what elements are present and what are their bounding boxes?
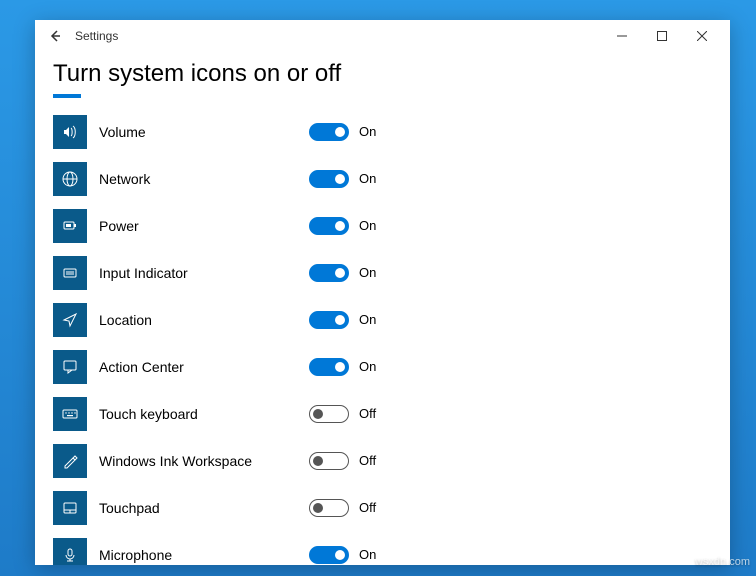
- toggle-row-power: Power On: [53, 202, 712, 249]
- toggle-wrap: On: [309, 170, 376, 188]
- row-label: Touch keyboard: [99, 406, 309, 422]
- toggle-row-touch-keyboard: Touch keyboard Off: [53, 390, 712, 437]
- toggle-state-label: Off: [359, 406, 376, 421]
- watermark: wsxdn.com: [695, 556, 750, 568]
- ink-icon: [53, 444, 87, 478]
- toggle-row-action-center: Action Center On: [53, 343, 712, 390]
- row-label: Location: [99, 312, 309, 328]
- row-label: Network: [99, 171, 309, 187]
- toggle-wrap: On: [309, 546, 376, 564]
- toggle-state-label: On: [359, 171, 376, 186]
- window-controls: [602, 22, 722, 50]
- maximize-button[interactable]: [642, 22, 682, 50]
- touchpad-icon: [53, 491, 87, 525]
- page-heading: Turn system icons on or off: [53, 60, 712, 88]
- toggle-switch[interactable]: [309, 452, 349, 470]
- close-icon: [697, 31, 707, 41]
- heading-underline: [53, 94, 81, 98]
- toggle-state-label: On: [359, 359, 376, 374]
- toggle-switch[interactable]: [309, 311, 349, 329]
- location-icon: [53, 303, 87, 337]
- toggle-switch[interactable]: [309, 499, 349, 517]
- touch-keyboard-icon: [53, 397, 87, 431]
- row-label: Input Indicator: [99, 265, 309, 281]
- toggle-state-label: On: [359, 265, 376, 280]
- row-label: Microphone: [99, 547, 309, 563]
- close-button[interactable]: [682, 22, 722, 50]
- toggle-row-location: Location On: [53, 296, 712, 343]
- toggle-switch[interactable]: [309, 217, 349, 235]
- row-label: Action Center: [99, 359, 309, 375]
- network-icon: [53, 162, 87, 196]
- toggle-switch[interactable]: [309, 264, 349, 282]
- toggle-wrap: Off: [309, 405, 376, 423]
- toggle-wrap: On: [309, 311, 376, 329]
- microphone-icon: [53, 538, 87, 566]
- toggle-wrap: Off: [309, 499, 376, 517]
- toggle-switch[interactable]: [309, 170, 349, 188]
- toggle-switch[interactable]: [309, 123, 349, 141]
- toggle-wrap: On: [309, 358, 376, 376]
- toggle-wrap: On: [309, 264, 376, 282]
- toggle-row-volume: Volume On: [53, 108, 712, 155]
- power-icon: [53, 209, 87, 243]
- window-title: Settings: [75, 29, 118, 43]
- toggle-wrap: Off: [309, 452, 376, 470]
- toggle-state-label: On: [359, 218, 376, 233]
- toggle-switch[interactable]: [309, 546, 349, 564]
- toggle-row-input-indicator: Input Indicator On: [53, 249, 712, 296]
- minimize-button[interactable]: [602, 22, 642, 50]
- toggle-list: Volume On Network On Power On Input Indicator O…: [53, 108, 712, 565]
- toggle-row-touchpad: Touchpad Off: [53, 484, 712, 531]
- titlebar: Settings: [35, 20, 730, 52]
- toggle-wrap: On: [309, 123, 376, 141]
- toggle-state-label: Off: [359, 500, 376, 515]
- action-center-icon: [53, 350, 87, 384]
- content-area: Turn system icons on or off VolumeOnNetw…: [35, 52, 730, 565]
- row-label: Touchpad: [99, 500, 309, 516]
- row-label: Volume: [99, 124, 309, 140]
- toggle-row-microphone: Microphone On: [53, 531, 712, 565]
- back-button[interactable]: [43, 24, 67, 48]
- toggle-state-label: Off: [359, 453, 376, 468]
- back-arrow-icon: [48, 29, 62, 43]
- maximize-icon: [657, 31, 667, 41]
- toggle-switch[interactable]: [309, 358, 349, 376]
- toggle-wrap: On: [309, 217, 376, 235]
- row-label: Power: [99, 218, 309, 234]
- toggle-state-label: On: [359, 124, 376, 139]
- toggle-state-label: On: [359, 312, 376, 327]
- row-label: Windows Ink Workspace: [99, 453, 309, 469]
- input-indicator-icon: [53, 256, 87, 290]
- minimize-icon: [617, 31, 627, 41]
- toggle-row-ink: Windows Ink Workspace Off: [53, 437, 712, 484]
- settings-window: Settings Turn system icons on or off Vol…: [35, 20, 730, 565]
- volume-icon: [53, 115, 87, 149]
- toggle-state-label: On: [359, 547, 376, 562]
- toggle-row-network: Network On: [53, 155, 712, 202]
- toggle-switch[interactable]: [309, 405, 349, 423]
